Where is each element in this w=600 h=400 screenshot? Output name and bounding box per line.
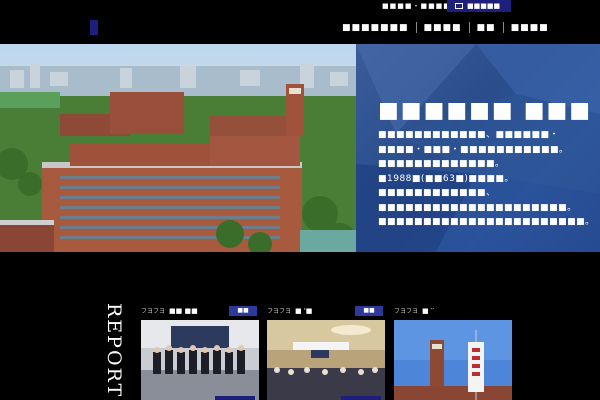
group-photo bbox=[141, 320, 259, 400]
card-tag[interactable]: ■■ bbox=[229, 306, 257, 316]
campus-tower-photo bbox=[394, 320, 512, 400]
card-title: ■ ′′ bbox=[422, 307, 435, 315]
nav-item-3[interactable]: ■■ bbox=[470, 23, 503, 33]
card-date: フヨフヨ bbox=[141, 308, 166, 315]
report-heading: REPORT bbox=[103, 303, 127, 400]
site-header: ■■■■■■■ ■■■■ ■■ ■■■■ bbox=[0, 12, 600, 44]
contact-button[interactable]: ■■■■■ bbox=[447, 0, 511, 12]
card-date: フヨフヨ bbox=[267, 308, 292, 315]
card-thumbnail[interactable] bbox=[394, 320, 512, 400]
report-card[interactable]: フヨフヨ ■ '■ ■■ bbox=[267, 306, 385, 400]
campus-photo-illustration bbox=[0, 64, 356, 252]
nav-item-2[interactable]: ■■■■ bbox=[417, 23, 469, 33]
hero-title: ■■■■■■ ■■■ bbox=[378, 98, 593, 123]
report-card[interactable]: フヨフヨ ■ ′′ bbox=[394, 306, 512, 400]
card-thumbnail[interactable] bbox=[267, 320, 385, 400]
report-card[interactable]: フヨフヨ ■■ ■■ ■■ bbox=[141, 306, 259, 400]
campus-photo bbox=[0, 44, 356, 252]
report-heading-text: REPORT bbox=[103, 303, 125, 399]
utility-bar: ■■■■・■■■■■■■ ■■■■■ bbox=[0, 0, 600, 12]
logo-mark[interactable] bbox=[90, 20, 98, 35]
nav-item-1[interactable]: ■■■■■■■ bbox=[335, 23, 416, 33]
card-meta: フヨフヨ ■■ ■■ bbox=[141, 306, 198, 315]
hero-description: ■■■■■■■■■■■■、■■■■■■・■■■■・■■■・■■■■■■■■■■■… bbox=[378, 130, 595, 227]
nav-item-4[interactable]: ■■■■ bbox=[504, 23, 556, 33]
banquet-photo bbox=[267, 320, 385, 400]
hero-section: ■■■■■■ ■■■ ■■■■■■■■■■■■、■■■■■■・■■■■・■■■・… bbox=[0, 44, 600, 252]
card-title: ■ '■ bbox=[295, 307, 313, 315]
card-ribbon bbox=[215, 396, 255, 400]
contact-button-label: ■■■■■ bbox=[467, 2, 501, 10]
main-nav: ■■■■■■■ ■■■■ ■■ ■■■■ bbox=[335, 22, 556, 33]
card-ribbon bbox=[341, 396, 381, 400]
card-date: フヨフヨ bbox=[394, 308, 419, 315]
mail-icon bbox=[455, 3, 463, 9]
card-title: ■■ ■■ bbox=[169, 307, 198, 315]
card-thumbnail[interactable] bbox=[141, 320, 259, 400]
card-tag[interactable]: ■■ bbox=[355, 306, 383, 316]
card-meta: フヨフヨ ■ '■ bbox=[267, 306, 312, 315]
intro-panel: ■■■■■■ ■■■ ■■■■■■■■■■■■、■■■■■■・■■■■・■■■・… bbox=[356, 44, 600, 252]
card-meta: フヨフヨ ■ ′′ bbox=[394, 306, 434, 315]
